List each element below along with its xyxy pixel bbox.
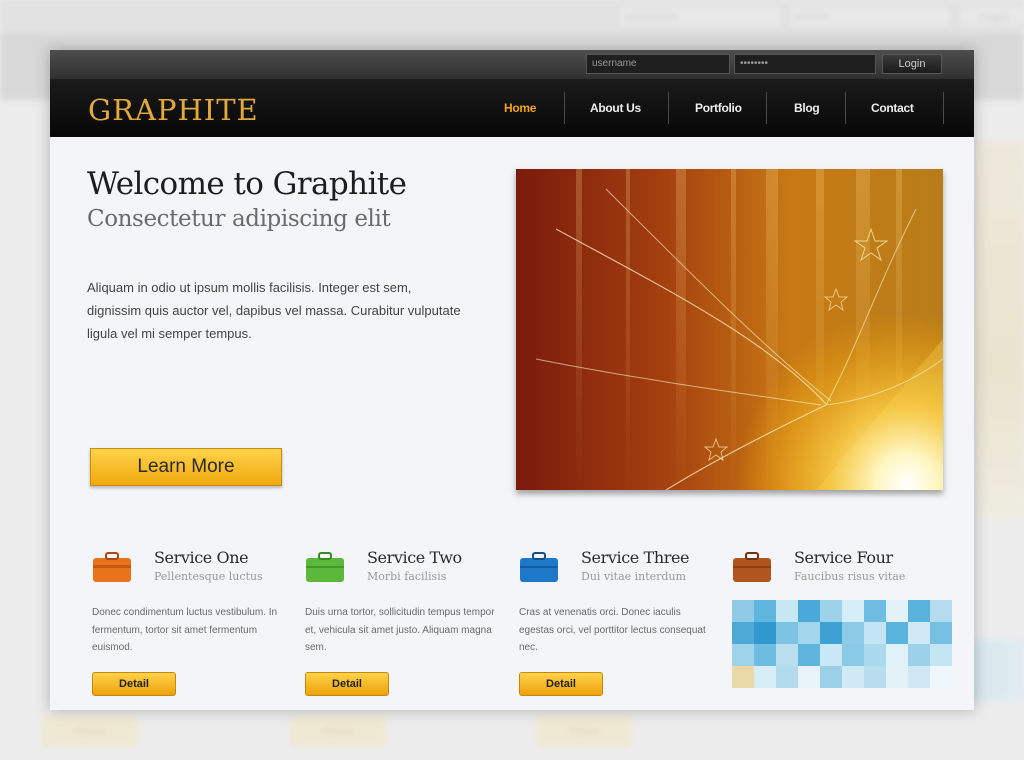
golden-light-burst-image [516, 169, 943, 490]
blue-briefcase-icon [520, 552, 558, 582]
service-subtitle: Morbi facilisis [367, 570, 447, 583]
service-subtitle: Dui vitae interdum [581, 570, 686, 583]
brown-briefcase-icon [733, 552, 771, 582]
hero-subtitle: Consectetur adipiscing elit [87, 206, 391, 232]
login-button[interactable]: Login [882, 54, 942, 74]
service-title: Service One [154, 548, 249, 567]
service-title: Service Two [367, 548, 462, 567]
pixelated-mosaic [732, 600, 952, 688]
service-title: Service Four [794, 548, 893, 567]
service-subtitle: Pellentesque luctus [154, 570, 263, 583]
nav-item-home[interactable]: Home [504, 101, 536, 115]
green-briefcase-icon [306, 552, 344, 582]
hero-description: Aliquam in odio ut ipsum mollis facilisi… [87, 280, 461, 341]
service-description: Duis urna tortor, sollicitudin tempus te… [305, 607, 495, 653]
nav-divider [943, 92, 944, 124]
password-field[interactable]: •••••••• [734, 54, 876, 74]
detail-button[interactable]: Detail [92, 672, 176, 696]
hero-image [516, 169, 943, 490]
service-title: Service Three [581, 548, 690, 567]
service-description: Cras at venenatis orci. Donec iaculis eg… [519, 607, 706, 653]
username-field[interactable]: username [586, 54, 730, 74]
background-password-field: •••••••• [788, 5, 952, 27]
background-login-button: Login [958, 5, 1024, 27]
service-description: Donec condimentum luctus vestibulum. In … [92, 607, 278, 653]
nav-divider [564, 92, 565, 124]
site-logo[interactable]: GRAPHITE [88, 93, 259, 127]
background-username-field: username [618, 5, 782, 27]
orange-suitcase-icon [93, 552, 131, 582]
nav-divider [668, 92, 669, 124]
nav-item-portfolio[interactable]: Portfolio [695, 101, 742, 115]
detail-button[interactable]: Detail [305, 672, 389, 696]
login-bar: username •••••••• Login [50, 50, 974, 79]
service-subtitle: Faucibus risus vitae [794, 570, 906, 583]
learn-more-button[interactable]: Learn More [90, 448, 282, 486]
nav-divider [766, 92, 767, 124]
main-navbar: GRAPHITE Home About Us Portfolio Blog Co… [50, 79, 974, 137]
background-detail-button: Detail [536, 716, 632, 746]
hero-title: Welcome to Graphite [87, 166, 407, 202]
detail-button[interactable]: Detail [519, 672, 603, 696]
nav-item-blog[interactable]: Blog [794, 101, 820, 115]
background-hero-image [975, 140, 1024, 520]
nav-divider [845, 92, 846, 124]
background-detail-button: Detail [42, 716, 138, 746]
nav-item-about-us[interactable]: About Us [590, 101, 641, 115]
background-detail-button: Detail [290, 716, 386, 746]
nav-item-contact[interactable]: Contact [871, 101, 914, 115]
website-mockup: username •••••••• Login GRAPHITE Home Ab… [50, 50, 974, 710]
